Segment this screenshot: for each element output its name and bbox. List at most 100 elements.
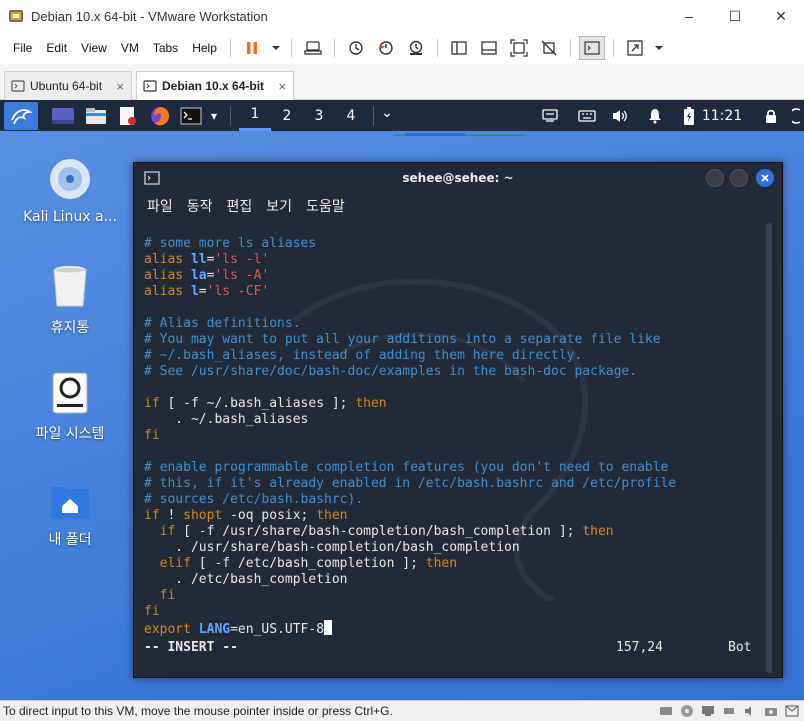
terminal-menu-view[interactable]: 보기 bbox=[259, 196, 299, 216]
workspace-2[interactable]: 2 bbox=[271, 100, 303, 131]
console-view-icon[interactable] bbox=[578, 36, 605, 60]
desktop-icon-filesystem[interactable]: 파일 시스템 bbox=[10, 372, 130, 443]
battery-power-icon[interactable] bbox=[677, 100, 701, 131]
view-thumbnail-icon[interactable] bbox=[476, 36, 502, 60]
text-editor-icon[interactable] bbox=[112, 100, 144, 131]
full-screen-icon[interactable] bbox=[506, 36, 532, 60]
unity-mode-icon[interactable] bbox=[536, 36, 562, 60]
hard-disk-status-icon[interactable] bbox=[657, 704, 674, 718]
menu-edit[interactable]: Edit bbox=[39, 41, 74, 55]
close-button[interactable]: ✕ bbox=[758, 0, 804, 32]
toolbar-divider bbox=[229, 39, 231, 57]
network-status-icon[interactable] bbox=[699, 704, 716, 718]
message-log-icon[interactable] bbox=[783, 704, 800, 718]
terminal-minimize-button[interactable] bbox=[706, 169, 724, 187]
cd-status-icon[interactable] bbox=[678, 704, 695, 718]
panel-clock[interactable]: 11:21 bbox=[702, 100, 742, 131]
desktop-icon-label: Kali Linux a... bbox=[23, 209, 117, 225]
snapshot-manager-icon[interactable] bbox=[403, 36, 429, 60]
maximize-button[interactable]: ☐ bbox=[712, 0, 758, 32]
keyboard-icon[interactable] bbox=[575, 100, 599, 131]
menu-vm[interactable]: VM bbox=[114, 41, 146, 55]
desktop-icon-label: 내 폴더 bbox=[48, 532, 92, 548]
terminal-close-button[interactable] bbox=[756, 169, 774, 187]
window-title: Debian 10.x 64-bit - VMware Workstation bbox=[31, 8, 268, 24]
desktop-icon-kali-linux[interactable]: Kali Linux a... bbox=[10, 158, 130, 225]
menu-file[interactable]: File bbox=[6, 41, 39, 55]
toolbar-divider bbox=[436, 39, 438, 57]
workspace-4[interactable]: 4 bbox=[335, 100, 367, 131]
terminal-titlebar: sehee@sehee: ~ bbox=[134, 163, 782, 193]
window-titlebar: Debian 10.x 64-bit - VMware Workstation … bbox=[0, 0, 804, 32]
terminal-window[interactable]: sehee@sehee: ~ 파일 동작 편집 보기 도움말 # some mo… bbox=[133, 162, 783, 678]
logout-icon[interactable] bbox=[790, 100, 804, 131]
file-manager-icon[interactable] bbox=[80, 100, 112, 131]
toolbar-divider bbox=[333, 39, 335, 57]
camera-status-icon[interactable] bbox=[762, 704, 779, 718]
menubar: File Edit View VM Tabs Help bbox=[0, 32, 804, 64]
kali-top-panel: ▾ 1 2 3 4 ⌄ 11:21 bbox=[0, 100, 804, 136]
launcher-dropdown-chevron-icon[interactable]: ▾ bbox=[206, 100, 222, 131]
vm-guest-display[interactable]: ▾ 1 2 3 4 ⌄ 11:21 Kali Linux a... 휴지통 파일… bbox=[0, 100, 804, 700]
suspend-icon[interactable] bbox=[239, 36, 265, 60]
network-icon[interactable] bbox=[538, 100, 562, 131]
vmware-status-bar: To direct input to this VM, move the mou… bbox=[0, 700, 804, 721]
menu-help[interactable]: Help bbox=[185, 41, 224, 55]
kali-menu-icon[interactable] bbox=[4, 101, 38, 130]
terminal-menu-file[interactable]: 파일 bbox=[140, 196, 180, 216]
tab-debian[interactable]: Debian 10.x 64-bit × bbox=[136, 71, 294, 100]
dvd-disc-icon bbox=[50, 159, 90, 199]
tab-close-icon[interactable]: × bbox=[116, 79, 124, 94]
terminal-maximize-button[interactable] bbox=[730, 169, 748, 187]
menu-tabs[interactable]: Tabs bbox=[146, 41, 185, 55]
hard-drive-icon bbox=[52, 372, 88, 414]
minimize-button[interactable]: – bbox=[666, 0, 712, 32]
lock-screen-icon[interactable] bbox=[759, 100, 783, 131]
menu-view[interactable]: View bbox=[74, 41, 114, 55]
desktop-icon-trash[interactable]: 휴지통 bbox=[10, 264, 130, 337]
tab-label: Debian 10.x 64-bit bbox=[162, 79, 265, 93]
usb-status-icon[interactable] bbox=[720, 704, 737, 718]
power-dropdown-chevron-icon[interactable] bbox=[269, 36, 283, 60]
terminal-launcher-icon[interactable] bbox=[176, 100, 206, 131]
taskbar-window-preview bbox=[395, 125, 525, 136]
tab-close-icon[interactable]: × bbox=[278, 79, 286, 94]
terminal-window-icon bbox=[144, 171, 160, 185]
vim-status-line: -- INSERT -- 157,24 Bot bbox=[144, 640, 754, 655]
close-icon bbox=[761, 174, 769, 182]
vm-tab-icon bbox=[143, 80, 157, 92]
show-desktop-icon[interactable] bbox=[46, 100, 80, 131]
desktop-icon-home[interactable]: 내 폴더 bbox=[10, 486, 130, 549]
stretch-dropdown-chevron-icon[interactable] bbox=[652, 36, 666, 60]
sound-status-icon[interactable] bbox=[741, 704, 758, 718]
stretch-guest-icon[interactable] bbox=[622, 36, 648, 60]
trash-icon bbox=[53, 266, 87, 307]
send-ctrl-alt-del-icon[interactable] bbox=[300, 36, 326, 60]
text-cursor bbox=[324, 620, 333, 635]
notifications-bell-icon[interactable] bbox=[643, 100, 667, 131]
desktop-icon-label: 휴지통 bbox=[50, 320, 90, 336]
terminal-menubar: 파일 동작 편집 보기 도움말 bbox=[134, 193, 352, 219]
home-folder-icon bbox=[51, 487, 89, 519]
volume-icon[interactable] bbox=[608, 100, 632, 131]
snapshot-icon[interactable] bbox=[343, 36, 369, 60]
terminal-title: sehee@sehee: ~ bbox=[402, 171, 514, 185]
vm-tab-bar: Ubuntu 64-bit × Debian 10.x 64-bit × bbox=[0, 68, 804, 100]
status-hint: To direct input to this VM, move the mou… bbox=[3, 704, 393, 718]
workspace-3[interactable]: 3 bbox=[303, 100, 335, 131]
vim-mode: -- INSERT -- bbox=[144, 640, 238, 655]
firefox-icon[interactable] bbox=[144, 100, 176, 131]
terminal-menu-help[interactable]: 도움말 bbox=[299, 196, 352, 216]
revert-snapshot-icon[interactable] bbox=[373, 36, 399, 60]
terminal-scrollbar[interactable] bbox=[766, 223, 772, 673]
workspace-1[interactable]: 1 bbox=[239, 100, 271, 131]
terminal-content[interactable]: # some more ls aliases alias ll='ls -l' … bbox=[134, 221, 764, 665]
terminal-menu-action[interactable]: 동작 bbox=[180, 196, 220, 216]
vmware-window: Debian 10.x 64-bit - VMware Workstation … bbox=[0, 0, 804, 721]
window-list-chevron-icon[interactable]: ⌄ bbox=[380, 100, 394, 131]
vim-scroll-position: Bot bbox=[728, 640, 752, 655]
view-sidebar-icon[interactable] bbox=[446, 36, 472, 60]
toolbar-divider bbox=[569, 39, 571, 57]
terminal-menu-edit[interactable]: 편집 bbox=[220, 196, 260, 216]
tab-ubuntu[interactable]: Ubuntu 64-bit × bbox=[4, 71, 132, 100]
